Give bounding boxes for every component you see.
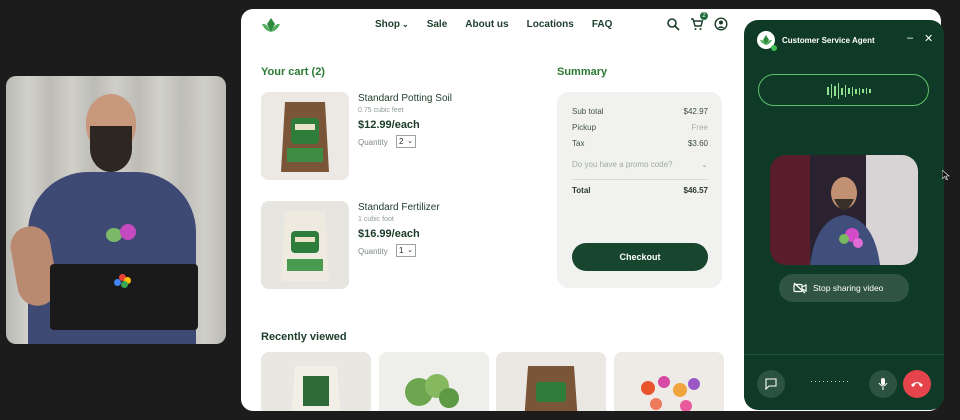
account-icon[interactable]	[714, 17, 728, 31]
search-icon[interactable]	[666, 17, 680, 31]
waveform-bars-icon	[827, 83, 871, 99]
cart-item: Standard Fertilizer 1 cubic foot $16.99/…	[261, 201, 541, 291]
nav-locations[interactable]: Locations	[527, 19, 574, 30]
promo-label: Do you have a promo code?	[572, 160, 673, 169]
mute-button[interactable]	[869, 370, 897, 398]
minimize-icon[interactable]: –	[907, 32, 913, 44]
video-off-icon	[793, 282, 807, 294]
quantity-label: Quantity	[358, 138, 388, 147]
subtotal-row: Sub total $42.97	[572, 107, 708, 116]
total-row: Total $46.57	[572, 186, 708, 195]
subtotal-value: $42.97	[683, 107, 708, 116]
recent-product-card[interactable]	[496, 352, 606, 411]
chat-icon	[765, 378, 777, 390]
item-price: $16.99/each	[358, 228, 420, 240]
presenter-video	[6, 76, 226, 344]
recent-product-card[interactable]	[261, 352, 371, 411]
item-price: $12.99/each	[358, 119, 420, 131]
agent-title: Customer Service Agent	[782, 36, 875, 45]
quantity-select[interactable]: 2 ⌄	[396, 135, 416, 148]
quantity-value: 2	[399, 137, 404, 146]
tax-value: $3.60	[687, 139, 708, 148]
panel-divider	[744, 354, 944, 355]
stop-sharing-video-button[interactable]: Stop sharing video	[779, 274, 909, 302]
item-size: 0.75 cubic feet	[358, 107, 404, 114]
audio-waveform	[758, 74, 929, 106]
total-value: $46.57	[683, 186, 708, 195]
plant-in-hand	[106, 224, 140, 246]
tax-label: Tax	[572, 139, 585, 148]
presenter-beard	[90, 126, 132, 172]
shared-video-preview	[770, 155, 918, 265]
online-status-icon	[771, 45, 777, 51]
summary-divider	[572, 179, 708, 180]
quantity-label: Quantity	[358, 247, 388, 256]
quantity-value: 1	[399, 246, 404, 255]
stop-sharing-label: Stop sharing video	[813, 283, 884, 293]
brand-logo-icon[interactable]	[261, 16, 281, 34]
nav-faq[interactable]: FAQ	[592, 19, 613, 30]
end-call-button[interactable]	[903, 370, 931, 398]
checkout-button[interactable]: Checkout	[572, 243, 708, 271]
order-summary: Sub total $42.97 Pickup Free Tax $3.60 Do y…	[557, 92, 722, 288]
pickup-row: Pickup Free	[572, 123, 708, 132]
chevron-down-icon: ⌄	[407, 247, 413, 254]
promo-code-toggle[interactable]: Do you have a promo code? ⌄	[572, 160, 708, 169]
agent-panel: Customer Service Agent – ✕ Stop sharing …	[744, 20, 944, 410]
nav-sale[interactable]: Sale	[427, 19, 448, 30]
pickup-value: Free	[691, 123, 708, 132]
item-size: 1 cubic foot	[358, 216, 394, 223]
microphone-icon	[878, 378, 888, 390]
chevron-down-icon: ⌄	[701, 160, 708, 169]
summary-title: Summary	[557, 66, 608, 78]
subtotal-label: Sub total	[572, 107, 604, 116]
cart-count-badge: 2	[700, 12, 708, 20]
hang-up-icon	[911, 382, 923, 387]
recent-product-card[interactable]	[614, 352, 724, 411]
pickup-label: Pickup	[572, 123, 597, 132]
potting-soil-image[interactable]	[261, 92, 349, 180]
cloud-logo-icon	[114, 274, 134, 288]
cart-item: Standard Potting Soil 0.75 cubic feet $1…	[261, 92, 541, 182]
mouse-cursor-icon	[942, 170, 950, 180]
recently-viewed-title: Recently viewed	[261, 331, 347, 343]
total-label: Total	[572, 186, 591, 195]
close-icon[interactable]: ✕	[924, 32, 933, 45]
chat-button[interactable]	[757, 370, 785, 398]
status-dots: ··········	[810, 376, 850, 386]
item-name[interactable]: Standard Fertilizer	[358, 202, 440, 213]
chevron-down-icon: ⌄	[407, 138, 413, 145]
cart-title: Your cart (2)	[261, 66, 325, 78]
fertilizer-image[interactable]	[261, 201, 349, 289]
item-name[interactable]: Standard Potting Soil	[358, 93, 452, 104]
nav-shop[interactable]: Shop ⌄	[375, 19, 409, 30]
cart-icon[interactable]: 2	[690, 12, 708, 31]
quantity-select[interactable]: 1 ⌄	[396, 244, 416, 257]
tax-row: Tax $3.60	[572, 139, 708, 148]
nav-about[interactable]: About us	[465, 19, 508, 30]
recent-product-card[interactable]	[379, 352, 489, 411]
chevron-down-icon: ⌄	[402, 20, 409, 29]
